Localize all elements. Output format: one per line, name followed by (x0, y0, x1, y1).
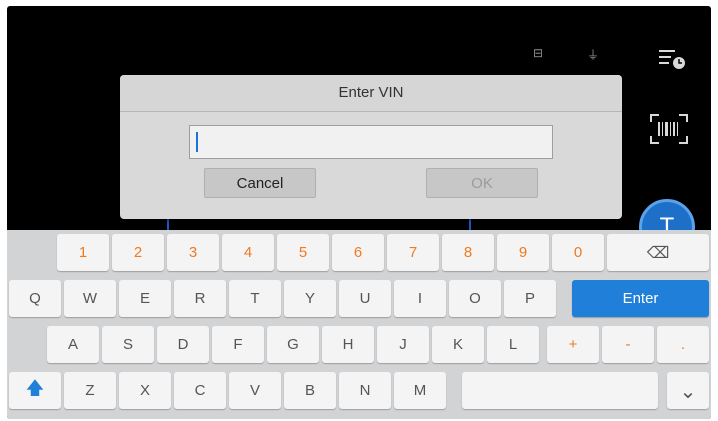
key-5[interactable]: 5 (277, 234, 329, 271)
key-s[interactable]: S (102, 326, 154, 363)
key-e[interactable]: E (119, 280, 171, 317)
key-c[interactable]: C (174, 372, 226, 409)
device-screen: ⊟ ⏚ T Enter VIN Cancel OK 1 2 3 4 5 6 7 … (7, 6, 711, 419)
key-q[interactable]: Q (9, 280, 61, 317)
key-z[interactable]: Z (64, 372, 116, 409)
key-b[interactable]: B (284, 372, 336, 409)
key-1[interactable]: 1 (57, 234, 109, 271)
key-period[interactable]: . (657, 326, 709, 363)
sim-status-icon: ⊟ (533, 46, 544, 60)
key-4[interactable]: 4 (222, 234, 274, 271)
key-i[interactable]: I (394, 280, 446, 317)
key-k[interactable]: K (432, 326, 484, 363)
key-7[interactable]: 7 (387, 234, 439, 271)
text-cursor (196, 132, 198, 152)
vin-input[interactable] (189, 125, 553, 159)
key-j[interactable]: J (377, 326, 429, 363)
key-g[interactable]: G (267, 326, 319, 363)
space-key[interactable] (462, 372, 658, 409)
ok-button[interactable]: OK (426, 168, 538, 198)
key-0[interactable]: 0 (552, 234, 604, 271)
key-y[interactable]: Y (284, 280, 336, 317)
key-a[interactable]: A (47, 326, 99, 363)
key-w[interactable]: W (64, 280, 116, 317)
enter-vin-dialog: Enter VIN Cancel OK (120, 75, 622, 219)
backspace-key[interactable]: ⌫ (607, 234, 709, 271)
enter-key[interactable]: Enter (572, 280, 709, 317)
shift-key[interactable]: 🡅 (9, 372, 61, 409)
key-o[interactable]: O (449, 280, 501, 317)
dialog-title: Enter VIN (120, 75, 622, 112)
torch-status-icon: ⏚ (587, 48, 600, 62)
key-3[interactable]: 3 (167, 234, 219, 271)
key-t[interactable]: T (229, 280, 281, 317)
history-icon[interactable] (657, 46, 687, 72)
key-minus[interactable]: - (602, 326, 654, 363)
barcode-scan-icon[interactable] (649, 112, 689, 146)
key-d[interactable]: D (157, 326, 209, 363)
key-x[interactable]: X (119, 372, 171, 409)
key-u[interactable]: U (339, 280, 391, 317)
key-h[interactable]: H (322, 326, 374, 363)
shift-arrow-icon: 🡅 (25, 377, 45, 399)
key-p[interactable]: P (504, 280, 556, 317)
key-r[interactable]: R (174, 280, 226, 317)
key-2[interactable]: 2 (112, 234, 164, 271)
key-l[interactable]: L (487, 326, 539, 363)
on-screen-keyboard: 1 2 3 4 5 6 7 8 9 0 ⌫ Q W E R T Y U I O … (7, 230, 711, 419)
backspace-icon: ⌫ (646, 243, 670, 262)
key-m[interactable]: M (394, 372, 446, 409)
key-plus[interactable]: + (547, 326, 599, 363)
key-n[interactable]: N (339, 372, 391, 409)
chevron-down-icon: ⌄ (679, 378, 697, 403)
key-9[interactable]: 9 (497, 234, 549, 271)
cancel-button[interactable]: Cancel (204, 168, 316, 198)
hide-keyboard-key[interactable]: ⌄ (667, 372, 709, 409)
key-6[interactable]: 6 (332, 234, 384, 271)
key-v[interactable]: V (229, 372, 281, 409)
key-8[interactable]: 8 (442, 234, 494, 271)
key-f[interactable]: F (212, 326, 264, 363)
